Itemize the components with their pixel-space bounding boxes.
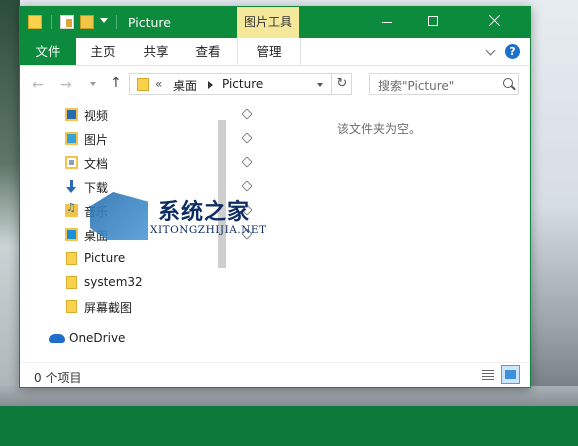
toolbar-divider [116, 15, 117, 29]
large-icons-view-icon[interactable] [501, 365, 520, 384]
title-bar[interactable]: Picture 图片工具 [20, 7, 530, 38]
desktop-icon [65, 228, 78, 241]
nav-item-label: 视频 [84, 109, 109, 123]
breadcrumb-desktop[interactable]: 桌面 [173, 77, 197, 94]
properties-icon[interactable] [60, 15, 74, 29]
nav-item-label: OneDrive [69, 331, 126, 345]
desktop-background-right [530, 0, 578, 410]
empty-folder-message: 该文件夹为空。 [337, 122, 422, 136]
status-bar: 0 个项目 [20, 362, 530, 388]
help-icon[interactable]: ? [505, 44, 520, 59]
details-view-icon[interactable] [480, 367, 496, 383]
up-arrow-icon[interactable]: ↑ [110, 75, 122, 91]
tab-share[interactable]: 共享 [132, 38, 180, 65]
pictures-library-icon [65, 132, 78, 145]
music-icon [65, 201, 78, 217]
search-input[interactable]: 搜索"Picture" [378, 77, 454, 94]
breadcrumb-picture[interactable]: Picture [222, 77, 263, 91]
tab-home[interactable]: 主页 [78, 38, 128, 65]
pin-icon[interactable] [241, 108, 253, 120]
video-library-icon [65, 108, 78, 121]
watermark: 系统之家 XITONGZHIJIA.NET [90, 188, 290, 248]
onedrive-cloud-icon [49, 334, 65, 343]
picture-tools-context-label: 图片工具 [237, 7, 299, 38]
tab-manage[interactable]: 管理 [237, 38, 301, 65]
forward-arrow-icon[interactable]: → [60, 77, 72, 93]
address-history-chevron-icon[interactable] [317, 83, 323, 87]
maximize-button[interactable] [410, 7, 456, 38]
close-button[interactable] [456, 7, 530, 38]
folder-icon [28, 15, 42, 29]
toolbar-divider [51, 15, 52, 29]
customize-toolbar-chevron-icon[interactable] [100, 18, 108, 23]
folder-icon [66, 300, 77, 313]
taskbar[interactable] [0, 406, 578, 446]
refresh-icon[interactable]: ↻ [331, 74, 352, 94]
watermark-subtitle: XITONGZHIJIA.NET [150, 224, 267, 236]
ribbon-tab-bar: 文件 主页 共享 查看 管理 ? [20, 38, 530, 66]
nav-item-label: 文档 [84, 157, 109, 171]
watermark-logo-icon [90, 192, 148, 240]
documents-library-icon [65, 156, 78, 169]
nav-item-label: system32 [84, 275, 143, 289]
minimize-button[interactable] [364, 7, 410, 38]
recent-locations-chevron-icon[interactable] [90, 82, 96, 86]
tab-file[interactable]: 文件 [20, 38, 76, 65]
folder-icon [66, 252, 77, 265]
desktop-background-left [0, 0, 20, 410]
window-title: Picture [128, 15, 171, 30]
back-arrow-icon[interactable]: ← [32, 77, 44, 93]
item-count: 0 个项目 [34, 371, 82, 385]
new-folder-icon[interactable] [80, 15, 94, 29]
folder-icon [66, 276, 77, 289]
nav-item-label: 屏幕截图 [84, 301, 133, 315]
pin-icon[interactable] [241, 156, 253, 168]
download-icon [65, 180, 78, 193]
folder-icon [137, 78, 149, 91]
search-icon[interactable] [503, 78, 513, 88]
search-box[interactable]: 搜索"Picture" [369, 73, 519, 95]
nav-item-label: 图片 [84, 133, 109, 147]
pin-icon[interactable] [241, 132, 253, 144]
watermark-title: 系统之家 [158, 200, 251, 225]
breadcrumb-separator-icon[interactable] [208, 81, 213, 89]
breadcrumb-overflow[interactable]: « [155, 77, 162, 91]
address-bar[interactable]: « 桌面 Picture ↻ [129, 73, 352, 95]
tab-view[interactable]: 查看 [184, 38, 232, 65]
nav-item-label: Picture [84, 251, 126, 265]
expand-ribbon-chevron-icon[interactable] [485, 45, 496, 56]
